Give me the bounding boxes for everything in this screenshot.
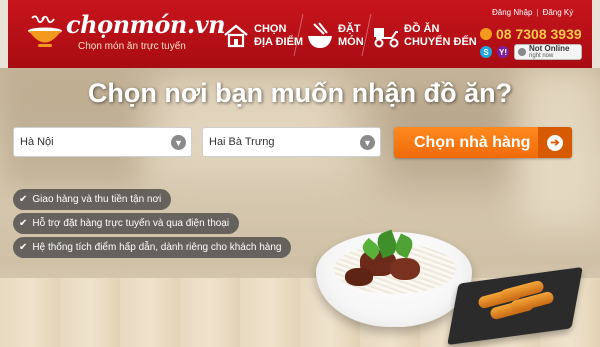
check-icon: ✔ bbox=[19, 242, 28, 253]
house-icon bbox=[224, 24, 248, 48]
yahoo-messenger-icon[interactable]: Y! bbox=[497, 46, 509, 58]
district-select[interactable]: Hai Bà Trưng ▼ bbox=[202, 127, 381, 157]
status-subtext: right now bbox=[529, 53, 554, 59]
nav-label-line1: ĐỒ ĂN bbox=[404, 23, 440, 35]
hotline-number[interactable]: 08 7308 3939 bbox=[496, 26, 582, 42]
nav-label-line2: MÓN bbox=[338, 36, 364, 48]
chat-support: S Y! Not Online right now bbox=[480, 44, 582, 60]
brand-tagline: Chọn món ăn trực tuyến bbox=[78, 41, 186, 52]
arrow-right-icon: ➔ bbox=[538, 127, 572, 158]
auth-links: Đăng Nhập | Đăng Ký bbox=[492, 8, 573, 17]
logo-bowl-icon[interactable] bbox=[26, 14, 64, 50]
nav-choose-location[interactable]: CHỌN ĐỊA ĐIỂM bbox=[222, 18, 303, 54]
district-select-value: Hai Bà Trưng bbox=[209, 136, 275, 148]
check-icon: ✔ bbox=[19, 194, 28, 205]
nav-delivery[interactable]: ĐỒ ĂN CHUYỂN ĐẾN bbox=[372, 18, 477, 54]
feature-text: Giao hàng và thu tiền tận nơi bbox=[32, 194, 162, 205]
site-header: chọnmón.vn Chọn món ăn trực tuyến CHỌN Đ… bbox=[8, 0, 592, 68]
chevron-down-icon: ▼ bbox=[360, 135, 375, 150]
nav-label-line1: CHỌN bbox=[254, 23, 287, 35]
city-select-value: Hà Nội bbox=[20, 136, 54, 148]
feature-text: Hệ thống tích điểm hấp dẫn, dành riêng c… bbox=[32, 242, 282, 253]
nav-label-line2: CHUYỂN ĐẾN bbox=[404, 36, 477, 48]
register-link[interactable]: Đăng Ký bbox=[543, 8, 574, 17]
skype-icon[interactable]: S bbox=[480, 46, 492, 58]
choose-restaurant-button[interactable]: Chọn nhà hàng ➔ bbox=[394, 127, 572, 158]
nav-label-line1: ĐẶT bbox=[338, 23, 361, 35]
login-link[interactable]: Đăng Nhập bbox=[492, 8, 532, 17]
auth-separator: | bbox=[536, 8, 539, 17]
delivery-scooter-icon bbox=[374, 28, 399, 48]
hotline: 08 7308 3939 bbox=[480, 26, 582, 42]
check-icon: ✔ bbox=[19, 218, 28, 229]
status-dot-icon bbox=[518, 48, 526, 56]
city-select[interactable]: Hà Nội ▼ bbox=[13, 127, 192, 157]
bowl-chopsticks-icon bbox=[308, 22, 332, 48]
feature-text: Hỗ trợ đặt hàng trực tuyến và qua điện t… bbox=[32, 218, 230, 229]
status-text: Not Online bbox=[529, 44, 570, 53]
cta-label: Chọn nhà hàng bbox=[414, 133, 531, 151]
feature-item: ✔ Giao hàng và thu tiền tận nơi bbox=[13, 189, 172, 210]
phone-icon bbox=[480, 28, 492, 40]
feature-item: ✔ Hỗ trợ đặt hàng trực tuyến và qua điện… bbox=[13, 213, 240, 234]
feature-item: ✔ Hệ thống tích điểm hấp dẫn, dành riêng… bbox=[13, 237, 292, 258]
online-status-badge[interactable]: Not Online right now bbox=[514, 44, 582, 60]
hero-headline: Chọn nơi bạn muốn nhận đồ ăn? bbox=[87, 78, 513, 108]
brand-logo-text[interactable]: chọnmón.vn bbox=[66, 10, 226, 39]
chevron-down-icon: ▼ bbox=[171, 135, 186, 150]
nav-order-food[interactable]: ĐẶT MÓN bbox=[306, 18, 364, 54]
